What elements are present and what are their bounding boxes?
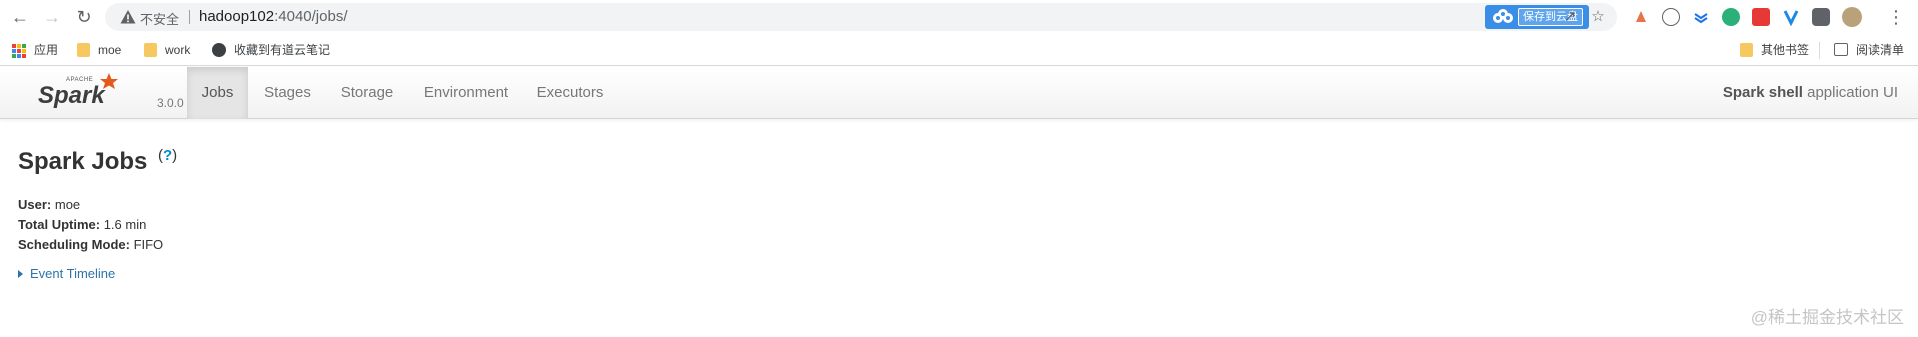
tab-storage[interactable]: Storage xyxy=(327,67,407,119)
caret-right-icon xyxy=(18,270,23,278)
insecure-label[interactable]: 不安全 xyxy=(140,9,179,28)
folder-icon xyxy=(144,42,157,57)
scheduling-label: Scheduling Mode: xyxy=(18,237,130,252)
browser-toolbar: ← → ↻ 不安全 hadoop102:4040/jobs/ 保存到云盘 ↗ ☆ xyxy=(0,0,1918,34)
extension-5-icon[interactable] xyxy=(1752,8,1770,26)
app-name: Spark shell xyxy=(1722,84,1803,101)
user-value: moe xyxy=(51,197,81,212)
help-link[interactable]: ? xyxy=(163,147,172,164)
page-title: Spark Jobs xyxy=(18,148,148,175)
omnibox-divider xyxy=(189,10,190,24)
scheduling-value: FIFO xyxy=(129,237,164,252)
watermark: @稀土掘金技术社区 xyxy=(1750,308,1904,327)
scheduling-info: Scheduling Mode: FIFO xyxy=(18,237,163,252)
bookmark-apps-label: 应用 xyxy=(34,43,59,57)
bookmark-apps[interactable]: 应用 xyxy=(12,40,58,60)
extension-3-icon[interactable] xyxy=(1692,8,1710,26)
reading-list[interactable]: 阅读清单 xyxy=(1834,40,1904,60)
address-bar[interactable]: 不安全 hadoop102:4040/jobs/ 保存到云盘 ↗ ☆ xyxy=(105,3,1617,31)
reading-list-label: 阅读清单 xyxy=(1856,43,1905,57)
extension-1-icon[interactable] xyxy=(1632,8,1650,26)
uptime-value: 1.6 min xyxy=(100,217,147,232)
spark-version: 3.0.0 xyxy=(157,96,184,110)
event-timeline-label: Event Timeline xyxy=(30,266,116,281)
url-host: hadoop102 xyxy=(199,8,275,25)
folder-icon xyxy=(1740,42,1753,57)
spark-logo-icon: APACHE Spark xyxy=(38,73,118,109)
app-suffix: application UI xyxy=(1802,84,1898,101)
bookmark-folder-work[interactable]: work xyxy=(144,40,190,60)
profile-avatar[interactable] xyxy=(1842,7,1862,27)
forward-icon[interactable]: → xyxy=(40,5,64,29)
logo-spark-text: Spark xyxy=(38,82,106,109)
reading-list-icon xyxy=(1834,43,1848,57)
bookmarks-divider xyxy=(1819,42,1820,59)
extensions-puzzle-icon[interactable] xyxy=(1812,8,1830,26)
bookmarks-bar: 应用 moe work 收藏到有道云笔记 其他书签 阅读清单 xyxy=(0,34,1918,66)
warning-icon[interactable] xyxy=(119,8,137,26)
tab-jobs[interactable]: Jobs xyxy=(187,67,248,119)
bookmark-work-label: work xyxy=(165,43,191,57)
extension-6-icon[interactable] xyxy=(1782,8,1800,27)
apps-grid-icon xyxy=(12,43,26,58)
back-icon[interactable]: ← xyxy=(8,5,32,29)
url-path: :4040/jobs/ xyxy=(274,8,348,25)
tab-environment[interactable]: Environment xyxy=(410,67,522,119)
url-text[interactable]: hadoop102:4040/jobs/ xyxy=(199,8,347,25)
globe-icon xyxy=(212,42,226,57)
reload-icon[interactable]: ↻ xyxy=(72,5,96,29)
uptime-label: Total Uptime: xyxy=(18,217,101,232)
bookmark-youdao-label: 收藏到有道云笔记 xyxy=(234,43,331,57)
menu-icon[interactable]: ⋮ xyxy=(1884,5,1908,29)
extension-2-icon[interactable] xyxy=(1662,8,1680,26)
bookmark-star-icon[interactable]: ☆ xyxy=(1589,8,1607,26)
help-close-paren: ) xyxy=(172,147,178,164)
bookmark-other-label: 其他书签 xyxy=(1761,43,1810,57)
bookmark-youdao[interactable]: 收藏到有道云笔记 xyxy=(212,40,330,60)
bookmark-folder-moe[interactable]: moe xyxy=(77,40,121,60)
uptime-info: Total Uptime: 1.6 min xyxy=(18,217,146,232)
spark-logo[interactable]: APACHE Spark 3.0.0 xyxy=(36,67,184,119)
event-timeline-toggle[interactable]: Event Timeline xyxy=(18,266,115,281)
tab-executors[interactable]: Executors xyxy=(525,67,615,119)
bookmark-other[interactable]: 其他书签 xyxy=(1740,40,1809,60)
tab-stages[interactable]: Stages xyxy=(250,67,325,119)
baidu-cloud-icon xyxy=(1493,9,1513,23)
folder-icon xyxy=(77,42,90,57)
bookmark-moe-label: moe xyxy=(98,43,122,57)
spark-navbar: APACHE Spark 3.0.0 Jobs Stages Storage E… xyxy=(0,67,1918,119)
extension-4-icon[interactable] xyxy=(1722,8,1740,26)
help-tooltip[interactable]: (?) xyxy=(158,147,177,164)
share-icon[interactable]: ↗ xyxy=(1561,8,1579,26)
application-title: Spark shell application UI xyxy=(1723,67,1898,119)
user-info: User: moe xyxy=(18,197,80,212)
user-label: User: xyxy=(18,197,52,212)
